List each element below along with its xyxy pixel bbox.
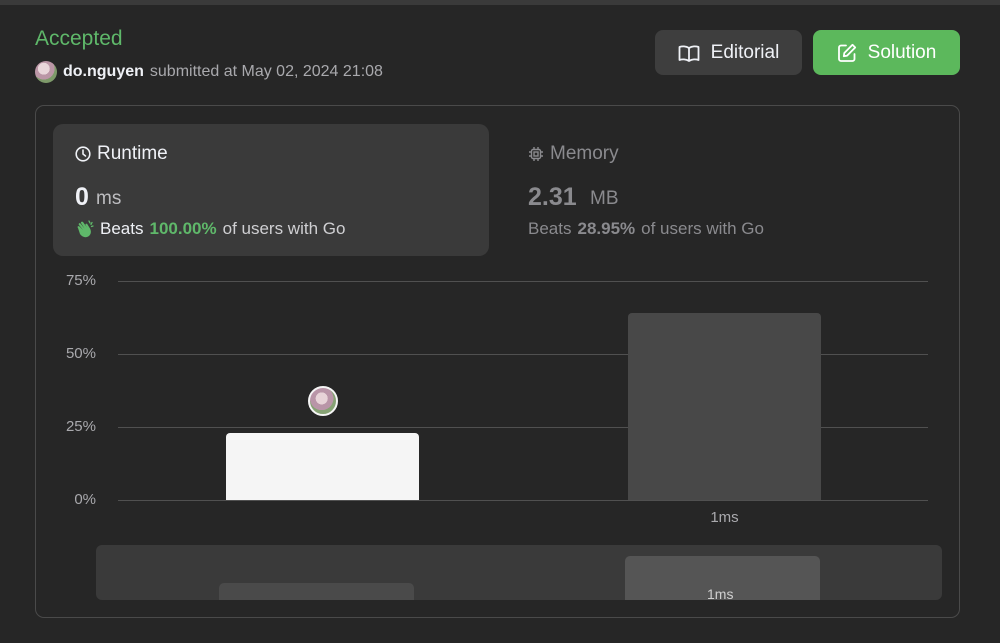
chart-bar[interactable] (628, 313, 821, 500)
runtime-beats-prefix: Beats (100, 219, 144, 238)
solution-button[interactable]: Solution (813, 30, 960, 75)
runtime-beats-percent: 100.00% (149, 219, 217, 238)
memory-value: 2.31 (528, 183, 577, 211)
y-tick-label: 0% (74, 491, 96, 508)
submission-status: Accepted (35, 27, 123, 50)
runtime-value: 0 (75, 183, 89, 211)
memory-beats: Beats 28.95% of users with Go (528, 219, 764, 239)
y-tick-label: 50% (65, 345, 96, 362)
chart-bar-selected[interactable] (226, 432, 419, 500)
overview-bar (219, 583, 414, 600)
runtime-title-label: Runtime (97, 143, 168, 164)
memory-unit: MB (590, 188, 619, 209)
solution-label: Solution (867, 41, 937, 63)
user-avatar[interactable] (35, 61, 57, 83)
memory-beats-suffix: of users with Go (641, 219, 764, 238)
memory-title-label: Memory (550, 143, 619, 164)
editorial-label: Editorial (710, 41, 780, 63)
distribution-overview[interactable]: 1ms (96, 545, 942, 600)
book-icon (678, 44, 700, 62)
runtime-unit: ms (96, 188, 122, 209)
overview-label: 1ms (707, 586, 734, 600)
runtime-beats-suffix: of users with Go (222, 219, 346, 238)
clock-icon (75, 146, 91, 162)
memory-title[interactable]: Memory (528, 143, 619, 165)
runtime-beats: Beats 100.00% of users with Go (75, 219, 345, 239)
y-tick-label: 25% (65, 418, 96, 435)
top-divider (0, 0, 1000, 5)
edit-icon (837, 43, 856, 62)
submitted-time: submitted at May 02, 2024 21:08 (149, 63, 383, 80)
memory-beats-prefix: Beats (528, 219, 572, 238)
chip-icon (529, 147, 543, 161)
editorial-button[interactable]: Editorial (655, 30, 802, 75)
runtime-title: Runtime (75, 143, 168, 165)
y-tick-label: 75% (65, 272, 96, 289)
x-tick-label: 1ms (710, 509, 739, 526)
submitter-info: do.nguyen submitted at May 02, 2024 21:0… (35, 61, 383, 83)
memory-beats-percent: 28.95% (577, 219, 636, 238)
chart-gridline (118, 281, 928, 282)
chart-gridline (118, 500, 928, 501)
username-link[interactable]: do.nguyen (63, 63, 144, 81)
clap-icon (77, 220, 94, 238)
user-position-avatar (307, 385, 338, 416)
